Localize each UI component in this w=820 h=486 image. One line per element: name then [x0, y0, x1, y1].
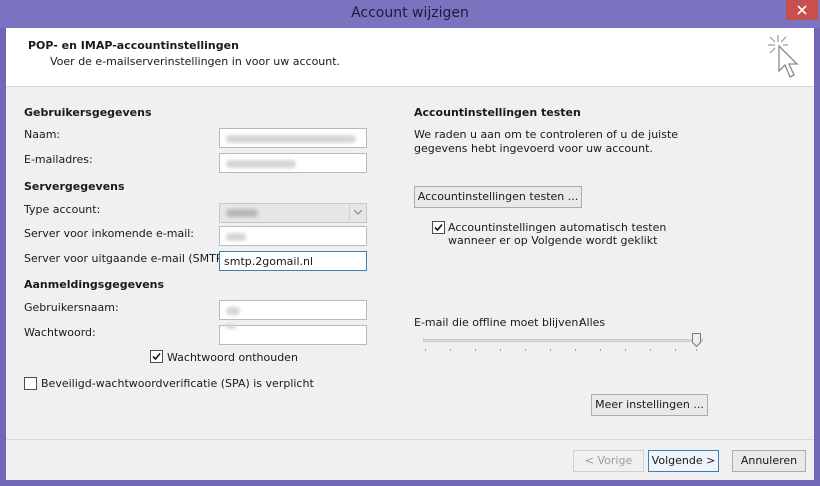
next-button[interactable]: Volgende >: [648, 450, 719, 472]
slider-tick: [450, 349, 451, 351]
offline-value: Alles: [579, 316, 606, 329]
back-button[interactable]: < Vorige: [573, 450, 644, 472]
logon-info-heading: Aanmeldingsgegevens: [24, 278, 165, 291]
remember-password-label[interactable]: Wachtwoord onthouden: [167, 351, 298, 364]
cursor-sparkle-icon: [766, 33, 806, 86]
server-info-heading: Servergegevens: [24, 180, 125, 193]
slider-tick: [425, 349, 426, 351]
close-icon: [797, 5, 807, 15]
test-heading: Accountinstellingen testen: [414, 106, 581, 119]
auto-test-label-line2[interactable]: wanneer er op Volgende wordt geklikt: [448, 234, 657, 247]
test-settings-button[interactable]: Accountinstellingen testen ...: [414, 186, 582, 208]
email-label: E-mailadres:: [24, 153, 93, 166]
username-label: Gebruikersnaam:: [24, 301, 119, 314]
test-description-line1: We raden u aan om te controleren of u de…: [414, 128, 679, 141]
redacted-value: [226, 307, 240, 315]
redacted-value: [226, 233, 246, 241]
remember-password-checkbox[interactable]: [150, 350, 163, 363]
name-label: Naam:: [24, 128, 61, 141]
incoming-server-field[interactable]: [219, 226, 367, 246]
slider-tick: [500, 349, 501, 351]
redacted-value: [226, 160, 296, 168]
footer-divider: [6, 439, 814, 440]
offline-slider-thumb[interactable]: [692, 333, 701, 348]
offline-label: E-mail die offline moet blijven:: [414, 316, 583, 329]
slider-tick: [696, 349, 697, 351]
email-field[interactable]: [219, 153, 367, 173]
account-type-select[interactable]: [219, 203, 367, 223]
chevron-down-icon: [354, 210, 362, 215]
slider-tick: [550, 349, 551, 351]
more-settings-button[interactable]: Meer instellingen ...: [591, 394, 708, 416]
title-bar[interactable]: Account wijzigen: [0, 0, 820, 28]
header-subtitle: Voer de e-mailserverinstellingen in voor…: [50, 55, 341, 68]
offline-slider-track[interactable]: [423, 339, 703, 342]
dialog-window: POP- en IMAP-accountinstellingen Voer de…: [6, 28, 814, 480]
account-type-label: Type account:: [24, 203, 101, 216]
outgoing-server-field[interactable]: [219, 251, 367, 271]
checkmark-icon: [434, 223, 443, 232]
slider-tick: [575, 349, 576, 351]
close-button[interactable]: [786, 0, 818, 20]
slider-tick: [650, 349, 651, 351]
cancel-button[interactable]: Annuleren: [732, 450, 806, 472]
password-field[interactable]: [219, 324, 367, 345]
slider-tick: [625, 349, 626, 351]
spa-label[interactable]: Beveiligd-wachtwoordverificatie (SPA) is…: [41, 377, 314, 390]
redacted-value: [226, 135, 356, 143]
window-title: Account wijzigen: [351, 5, 469, 21]
header-title: POP- en IMAP-accountinstellingen: [28, 39, 239, 52]
slider-tick: [475, 349, 476, 351]
incoming-server-label: Server voor inkomende e-mail:: [24, 227, 195, 240]
auto-test-checkbox[interactable]: [432, 221, 445, 234]
dropdown-arrow[interactable]: [349, 205, 365, 221]
username-field[interactable]: [219, 300, 367, 320]
redacted-value: [226, 324, 236, 329]
redacted-value: [226, 209, 258, 217]
outgoing-server-label: Server voor uitgaande e-mail (SMTP):: [24, 252, 231, 265]
slider-tick: [525, 349, 526, 351]
password-label: Wachtwoord:: [24, 326, 96, 339]
spa-checkbox[interactable]: [24, 377, 37, 390]
test-description-line2: gegevens hebt ingevoerd voor uw account.: [414, 142, 653, 155]
checkmark-icon: [152, 352, 161, 361]
slider-tick: [600, 349, 601, 351]
name-field[interactable]: [219, 128, 367, 148]
dialog-header: POP- en IMAP-accountinstellingen Voer de…: [6, 28, 814, 87]
auto-test-label-line1[interactable]: Accountinstellingen automatisch testen: [448, 221, 666, 234]
user-info-heading: Gebruikersgegevens: [24, 106, 152, 119]
slider-tick: [675, 349, 676, 351]
